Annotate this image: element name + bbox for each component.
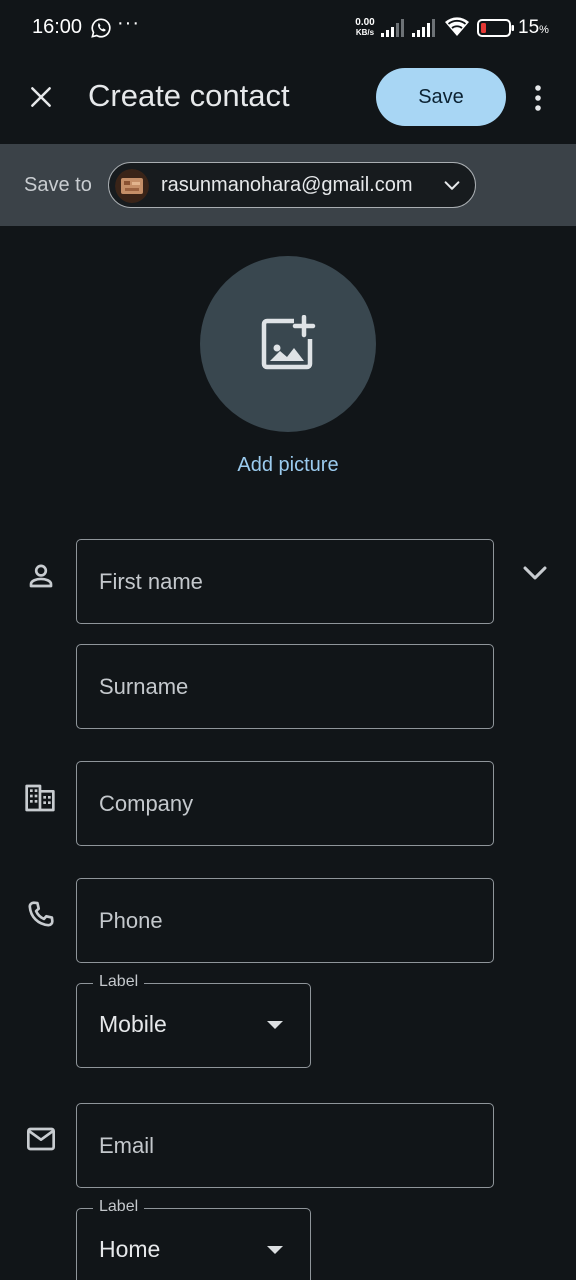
chevron-down-icon	[444, 181, 460, 190]
network-speed: 0.00 KB/s	[352, 18, 378, 38]
page-title: Create contact	[88, 78, 290, 113]
first-name-input[interactable]	[99, 540, 471, 623]
phone-label-select[interactable]: Label Mobile	[76, 973, 311, 1068]
person-icon	[29, 564, 53, 588]
email-icon	[27, 1127, 55, 1151]
phone-input[interactable]	[99, 879, 471, 962]
email-input[interactable]	[99, 1104, 471, 1187]
company-field[interactable]	[76, 761, 494, 846]
account-email: rasunmanohara@gmail.com	[161, 174, 413, 196]
close-button[interactable]	[20, 76, 62, 118]
dropdown-arrow-icon	[267, 1021, 283, 1029]
avatar	[115, 169, 149, 203]
battery-low-icon	[477, 19, 514, 37]
signal-icon	[381, 19, 404, 37]
status-time: 16:00	[32, 16, 83, 38]
surname-field[interactable]	[76, 644, 494, 729]
battery-value: 15	[518, 17, 540, 38]
close-icon	[31, 87, 51, 107]
phone-icon	[28, 901, 54, 927]
signal-icon	[412, 19, 435, 37]
wifi-icon	[445, 17, 469, 36]
save-button[interactable]: Save	[376, 68, 506, 126]
battery-percentage: 15%	[518, 17, 549, 39]
first-name-field[interactable]	[76, 539, 494, 624]
phone-field[interactable]	[76, 878, 494, 963]
surname-input[interactable]	[99, 645, 471, 728]
status-bar: 16:00 ··· 0.00 KB/s 15%	[0, 0, 576, 58]
net-speed-value: 0.00	[355, 17, 375, 28]
email-label-select[interactable]: Label Home	[76, 1198, 311, 1280]
more-options-button[interactable]	[522, 78, 554, 118]
whatsapp-icon	[91, 18, 111, 38]
battery-unit: %	[539, 24, 549, 36]
email-label-legend: Label	[93, 1198, 145, 1216]
create-contact-screen: 16:00 ··· 0.00 KB/s 15% Create contact S…	[0, 0, 576, 1280]
expand-name-fields-chevron-down-icon[interactable]	[518, 556, 552, 590]
phone-label-value: Mobile	[99, 1011, 167, 1037]
company-input[interactable]	[99, 762, 471, 845]
phone-label-legend: Label	[93, 973, 145, 991]
more-vert-icon	[535, 85, 541, 111]
add-picture-circle[interactable]	[200, 256, 376, 432]
net-speed-unit: KB/s	[355, 28, 375, 37]
save-to-label: Save to	[24, 174, 92, 196]
email-field[interactable]	[76, 1103, 494, 1188]
add-picture-link[interactable]: Add picture	[188, 454, 388, 477]
dropdown-arrow-icon	[267, 1246, 283, 1254]
account-selector[interactable]: rasunmanohara@gmail.com	[108, 162, 476, 208]
save-to-bar: Save to rasunmanohara@gmail.com	[0, 144, 576, 226]
email-label-value: Home	[99, 1236, 161, 1262]
notification-more-indicator: ···	[117, 12, 140, 34]
add-photo-icon	[261, 315, 316, 370]
business-icon	[25, 784, 55, 812]
